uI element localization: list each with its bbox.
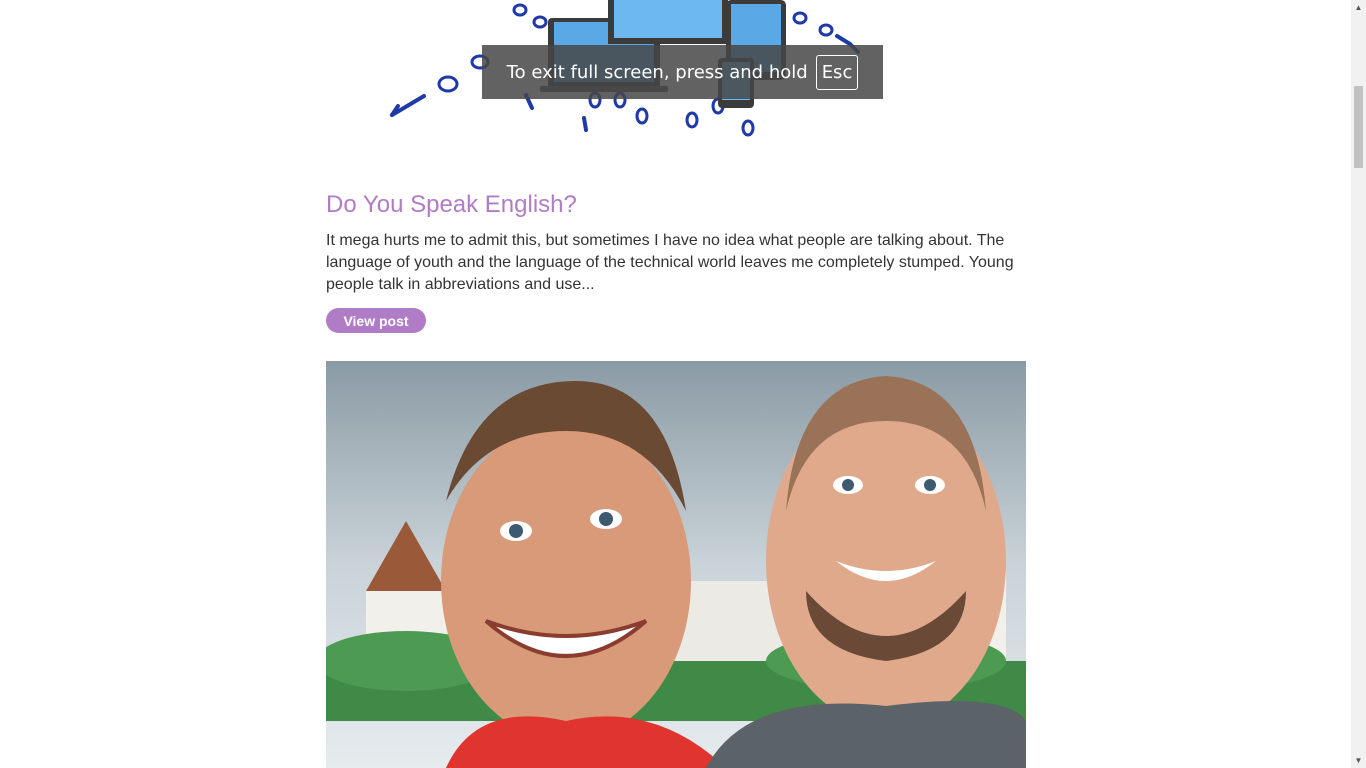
esc-key-badge: Esc: [815, 54, 859, 90]
post-excerpt: It mega hurts me to admit this, but some…: [326, 232, 1014, 293]
post-title[interactable]: Do You Speak English?: [326, 190, 577, 220]
scroll-down-arrow-icon[interactable]: ▼: [1351, 753, 1366, 768]
fullscreen-notice-text: To exit full screen, press and hold: [506, 61, 808, 83]
vertical-scrollbar[interactable]: ▲ ▼: [1351, 0, 1366, 768]
post-image[interactable]: [326, 361, 1026, 768]
view-post-button[interactable]: View post: [326, 308, 426, 333]
scrollbar-thumb[interactable]: [1354, 86, 1363, 168]
scroll-up-arrow-icon[interactable]: ▲: [1351, 0, 1366, 15]
fullscreen-exit-notice: To exit full screen, press and hold Esc: [482, 45, 883, 99]
page: Do You Speak English? It mega hurts me t…: [0, 0, 1351, 768]
